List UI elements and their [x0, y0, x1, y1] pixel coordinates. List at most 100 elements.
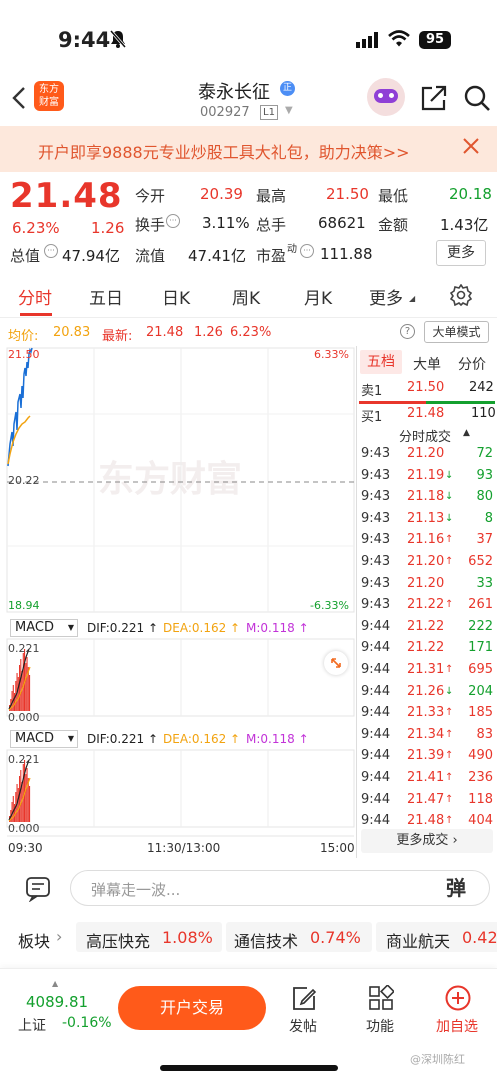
watermark: 东方财富 — [98, 458, 242, 500]
info-icon[interactable]: ··· — [300, 244, 314, 258]
trade-time: 9:43 — [361, 510, 391, 526]
trade-direction-icon: ↑ — [445, 556, 454, 567]
trade-price: 21.31 — [407, 662, 445, 677]
grid-icon[interactable] — [368, 984, 395, 1015]
trade-direction-icon: ↑ — [445, 750, 454, 762]
y-axis-top: 21.50 — [8, 348, 40, 361]
sector-chip[interactable]: 商业航天 0.42 — [376, 922, 497, 952]
quote-value-mktcap: 47.94亿 — [62, 247, 120, 265]
chevron-down-icon: ▼ — [67, 623, 74, 632]
collapse-icon[interactable]: ▲ — [463, 428, 470, 438]
sector-chip[interactable]: 通信技术 0.74% — [226, 922, 372, 952]
info-icon[interactable]: ··· — [166, 214, 180, 228]
trade-row: 9:43 21.20 33 — [357, 573, 497, 594]
buy1-label: 买1 — [361, 410, 383, 425]
index-pct[interactable]: -0.16% — [62, 1015, 112, 1031]
tab-monthly-k[interactable]: 月K — [304, 284, 332, 309]
macd-bar — [25, 774, 27, 822]
trade-price: 21.19 — [407, 467, 445, 483]
tab-more[interactable]: 更多 — [369, 284, 403, 309]
macd-bar — [26, 768, 28, 822]
y-axis-mid: 20.22 — [8, 474, 40, 487]
trade-direction-icon: ↑ — [445, 772, 454, 783]
trade-price: 21.33 — [407, 705, 445, 721]
danmu-input[interactable]: 弹幕走一波... 弹 — [70, 870, 490, 906]
chevron-down-icon[interactable]: ▼ — [285, 105, 293, 116]
edit-icon[interactable] — [290, 985, 318, 1017]
danmu-toggle-button[interactable]: 弹 — [443, 875, 469, 901]
x-axis-start: 09:30 — [8, 841, 43, 855]
tab-five-day[interactable]: 五日 — [89, 284, 123, 309]
x-axis-mid: 11:30/13:00 — [147, 841, 221, 855]
trade-price: 21.13 — [407, 510, 445, 526]
chevron-down-icon: ▼ — [67, 734, 74, 743]
trade-row: 9:44 21.41 ↑ 236 — [357, 767, 497, 788]
quote-value-amount: 1.43亿 — [440, 216, 489, 234]
sector-strip: 板块 › 高压快充 1.08% 通信技术 0.74% 商业航天 0.42 — [0, 922, 497, 956]
trade-row: 9:44 21.26 ↓ 204 — [357, 681, 497, 702]
quote-label-turnover: 换手 — [135, 216, 166, 234]
change-amount: 1.26 — [91, 219, 125, 237]
more-button[interactable]: 更多 — [436, 240, 486, 266]
chart-tabs: 分时 五日 日K 周K 月K 更多 ◢ — [0, 278, 497, 318]
side-tab-five-level[interactable]: 五档 — [360, 350, 402, 374]
promo-text[interactable]: 开户即享9888元专业炒股工具大礼包，助力决策>> — [38, 139, 410, 163]
gear-icon[interactable] — [449, 283, 473, 310]
sector-chip[interactable]: 高压快充 1.08% — [76, 922, 222, 952]
macd-selector[interactable]: MACD ▼ — [10, 619, 78, 637]
quote-panel: 21.48 6.23% 1.26 今开 20.39 最高 21.50 最低 20… — [0, 172, 497, 272]
share-icon[interactable] — [420, 84, 448, 116]
macd-bar — [29, 786, 31, 822]
tab-weekly-k[interactable]: 周K — [232, 284, 260, 309]
trade-volume: 93 — [476, 467, 493, 483]
trade-direction-icon: ↓ — [445, 512, 454, 524]
open-account-trade-button[interactable]: 开户交易 — [118, 986, 266, 1030]
promo-banner[interactable]: 开户即享9888元专业炒股工具大礼包，助力决策>> — [0, 126, 497, 172]
back-icon[interactable] — [10, 86, 28, 114]
index-name[interactable]: 上证 — [18, 1015, 46, 1035]
macd-dif: DIF:0.221 ↑ — [87, 732, 159, 746]
intraday-chart-area: 东方财富 21.50 20.22 18.94 6.33% -6.33% MACD… — [0, 346, 497, 858]
chevron-right-icon[interactable]: › — [56, 927, 62, 946]
trade-row: 9:43 21.13 ↓ 8 — [357, 508, 497, 529]
index-value[interactable]: 4089.81 — [26, 993, 88, 1011]
trade-volume: 185 — [468, 705, 493, 721]
info-icon[interactable]: ··· — [44, 244, 58, 258]
macd-bar — [29, 675, 31, 711]
tab-intraday[interactable]: 分时 — [18, 284, 52, 309]
trade-row: 9:44 21.39 ↑ 490 — [357, 745, 497, 766]
comment-list-icon[interactable] — [24, 874, 52, 906]
macd-selector[interactable]: MACD ▼ — [10, 730, 78, 748]
macd-bar — [22, 653, 24, 711]
big-order-mode-button[interactable]: 大单模式 — [424, 321, 489, 343]
more-trades-button[interactable]: 更多成交 › — [361, 829, 493, 853]
add-watchlist-label[interactable]: 加自选 — [436, 1016, 478, 1036]
side-tab-price-dist[interactable]: 分价 — [458, 354, 486, 374]
help-icon[interactable]: ? — [400, 324, 415, 339]
trade-price: 21.16 — [407, 532, 445, 548]
post-label[interactable]: 发帖 — [289, 1016, 317, 1036]
avatar[interactable] — [367, 78, 405, 116]
buy1-volume: 110 — [471, 406, 496, 421]
avg-value: 20.83 — [53, 325, 91, 340]
close-icon[interactable] — [462, 137, 480, 159]
price-chart[interactable]: 东方财富 — [0, 346, 356, 858]
tab-daily-k[interactable]: 日K — [162, 284, 190, 309]
y-axis-bottom: 18.94 — [8, 599, 40, 612]
level-badge[interactable]: L1 — [260, 105, 278, 120]
trade-direction-icon: ↑ — [445, 664, 454, 675]
macd-name: MACD — [15, 731, 54, 746]
sell1-volume: 242 — [469, 380, 494, 395]
add-circle-icon[interactable] — [444, 984, 472, 1016]
quote-label-pe: 市盈 — [256, 247, 287, 265]
sector-name: 商业航天 — [386, 932, 451, 951]
sell1-price: 21.50 — [407, 380, 445, 395]
function-label[interactable]: 功能 — [366, 1016, 394, 1036]
macd-bar — [26, 657, 28, 711]
search-icon[interactable] — [463, 84, 491, 116]
side-tab-big-order[interactable]: 大单 — [413, 354, 441, 374]
quote-label-amount: 金额 — [378, 216, 409, 234]
trade-volume: 37 — [476, 532, 493, 548]
buy-sell-ratio-bar — [359, 401, 495, 404]
expand-icon[interactable] — [324, 651, 348, 675]
